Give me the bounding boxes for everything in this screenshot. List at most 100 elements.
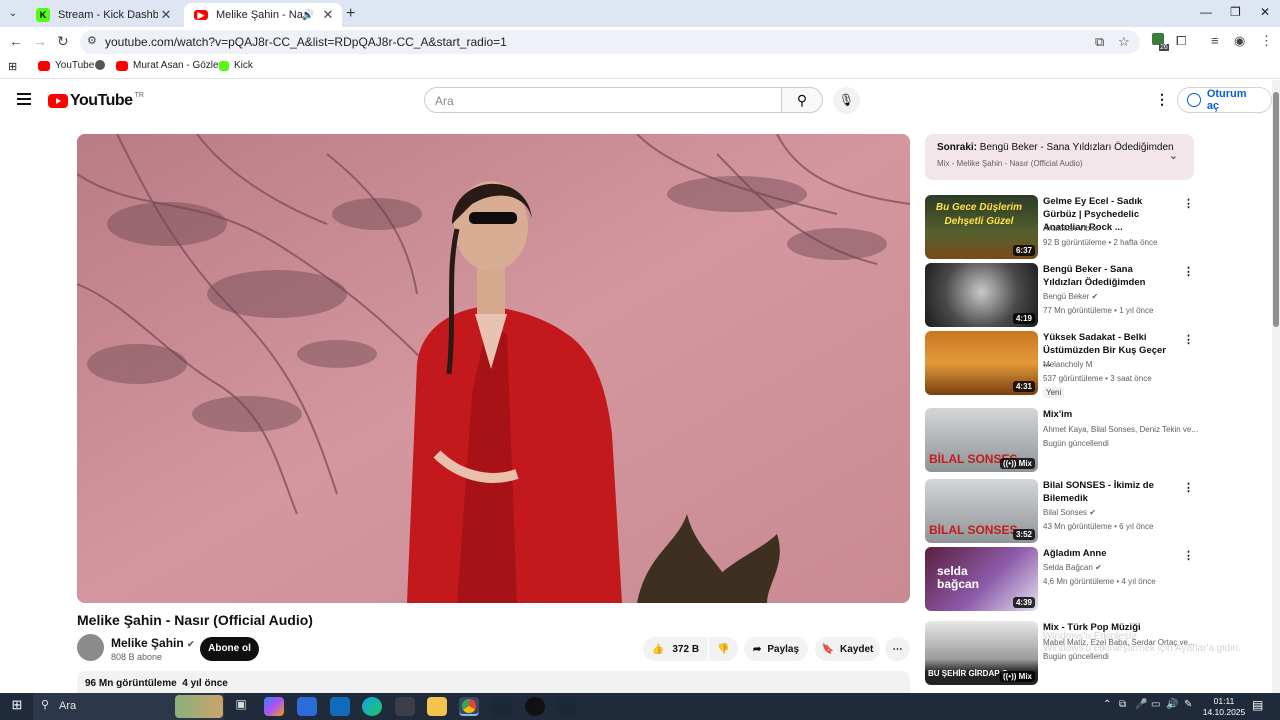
taskbar-search[interactable]: ⚲ Ara [33, 693, 224, 720]
channel-avatar[interactable] [77, 634, 104, 661]
video-thumbnail[interactable]: Bu Gece Düşlerim Dehşetli Güzel 6:37 [925, 195, 1038, 259]
obs-icon[interactable] [525, 697, 545, 716]
recommendation-item[interactable]: Bu Gece Düşlerim Dehşetli Güzel 6:37 Gel… [925, 195, 1194, 259]
activation-watermark: Windows'u Etkinleştir Windows'u etkinleş… [1043, 631, 1241, 655]
share-label: Paylaş [767, 643, 800, 655]
close-tab-icon[interactable]: ✕ [320, 7, 336, 23]
network-icon[interactable]: ▭ [1151, 699, 1160, 710]
playlist-panel[interactable]: Sonraki: Bengü Beker - Sana Yıldızları Ö… [925, 134, 1194, 180]
microphone-icon[interactable]: 🎙 [833, 87, 860, 114]
share-button[interactable]: ➦ Paylaş [744, 637, 808, 661]
restore-icon[interactable]: ❐ [1230, 5, 1241, 19]
like-button[interactable]: 👍 372 B [643, 637, 708, 661]
tray-overflow-icon[interactable]: ⌃ [1103, 699, 1111, 710]
video-thumbnail[interactable]: 4:31 [925, 331, 1038, 395]
mix-icon: ((•)) [1002, 672, 1017, 681]
volume-icon[interactable]: 🔊 [1166, 699, 1178, 710]
back-icon[interactable]: ← [9, 33, 23, 49]
watermark-line1: Windows'u Etkinleştir [1043, 631, 1138, 642]
extension-icon[interactable]: 26 [1152, 33, 1174, 51]
like-count: 372 B [672, 643, 700, 655]
item-more-icon[interactable]: ⋮ [1183, 265, 1194, 278]
system-clock[interactable]: 01:11 14.10.2025 [1200, 696, 1248, 718]
channel-name[interactable]: Melike Şahin ✔ [111, 636, 195, 650]
speaker-icon[interactable]: 🔊 [302, 10, 314, 21]
video-thumbnail[interactable]: selda bağcan 4:39 [925, 547, 1038, 611]
item-channel: Anatolian Vibes [1043, 224, 1099, 233]
save-button[interactable]: 🔖 Kaydet [815, 637, 880, 661]
mix-label: Mix [1018, 672, 1032, 681]
steam-icon[interactable] [492, 697, 512, 716]
recommendation-item[interactable]: 4:31 Yüksek Sadakat - Belki Üstümüzden B… [925, 331, 1194, 398]
forward-icon[interactable]: → [33, 33, 47, 49]
edge-icon[interactable] [362, 697, 382, 716]
chrome-icon[interactable] [459, 697, 479, 716]
address-bar[interactable]: ⚙ youtube.com/watch?v=pQAJ8r-CC_A&list=R… [80, 30, 1140, 54]
pen-icon[interactable]: ✎ [1184, 699, 1192, 710]
install-app-icon[interactable]: ⧉ [1095, 34, 1104, 50]
chevron-down-icon[interactable]: ⌄ [1169, 149, 1178, 162]
bookmark-globe[interactable] [95, 60, 110, 70]
menu-icon[interactable] [17, 93, 31, 108]
video-thumbnail[interactable]: BİLAL SONSES 3:52 [925, 479, 1038, 543]
playlist-thumbnail[interactable]: BU ŞEHİR GİRDAP G ((•)) Mix [925, 621, 1038, 685]
signin-button[interactable]: Oturum aç [1177, 87, 1272, 113]
scrollbar-thumb[interactable] [1273, 92, 1279, 327]
playlist-thumbnail[interactable]: BİLAL SONSES ((•)) Mix [925, 408, 1038, 472]
item-meta: 92 B görüntüleme • 2 hafta önce [1043, 238, 1158, 247]
bookmark-label: YouTube [55, 60, 95, 71]
steam-icon-2[interactable] [557, 697, 577, 716]
notification-icon[interactable]: ▤ [1252, 698, 1263, 712]
dislike-button[interactable]: 👎 [709, 637, 738, 661]
recommendation-item[interactable]: selda bağcan 4:39 Ağladım Anne Selda Bağ… [925, 547, 1194, 611]
recommendation-item[interactable]: BİLAL SONSES ((•)) Mix Mix'im Ahmet Kaya… [925, 408, 1198, 472]
site-info-icon[interactable]: ⚙ [87, 34, 97, 47]
reload-icon[interactable]: ↻ [57, 33, 69, 50]
settings-kebab-icon[interactable]: ⋮ [1155, 91, 1169, 108]
app-icon[interactable] [395, 697, 415, 716]
outlook-icon[interactable] [330, 697, 350, 716]
close-window-icon[interactable]: ✕ [1260, 5, 1270, 19]
youtube-logo[interactable]: YouTube TR [48, 92, 144, 110]
search-icon[interactable]: ⚲ [781, 87, 823, 113]
new-tab-icon[interactable]: + [346, 5, 355, 23]
description-box[interactable]: 96 Mn görüntüleme 4 yıl önce [77, 671, 910, 693]
close-tab-icon[interactable]: ✕ [158, 7, 174, 23]
bookmark-youtube[interactable]: YouTube [38, 60, 94, 71]
profile-icon[interactable]: ◉ [1234, 33, 1245, 49]
tab-youtube-video[interactable]: ▶ Melike Şahin - Nasır (Official 🔊 ✕ [184, 3, 342, 27]
copilot-icon[interactable] [264, 697, 284, 716]
windows-start-icon[interactable]: ⊞ [7, 697, 27, 716]
apps-grid-icon[interactable]: ⊞ [8, 60, 17, 73]
store-icon[interactable] [297, 697, 317, 716]
video-thumbnail[interactable]: 4:19 [925, 263, 1038, 327]
tray-app-icon[interactable]: ⧉ [1119, 699, 1126, 710]
task-view-icon[interactable]: ▣ [231, 697, 251, 716]
file-explorer-icon[interactable] [427, 697, 447, 716]
more-actions-icon[interactable]: ⋯ [885, 637, 910, 661]
recommendation-item[interactable]: 4:19 Bengü Beker - Sana Yıldızları Ödedi… [925, 263, 1194, 327]
page-scrollbar[interactable] [1272, 80, 1280, 693]
youtube-icon [116, 60, 128, 71]
tab-search-icon[interactable]: ⌄ [5, 6, 21, 22]
bookmark-kick[interactable]: Kick [219, 60, 253, 71]
recommendation-item[interactable]: BİLAL SONSES 3:52 Bilal SONSES - İkimiz … [925, 479, 1194, 543]
item-more-icon[interactable]: ⋮ [1183, 197, 1194, 210]
item-more-icon[interactable]: ⋮ [1183, 333, 1194, 346]
mic-tray-icon[interactable]: 🎤 [1135, 699, 1147, 710]
tab-kick-dashboard[interactable]: K Stream - Kick Dashboard ✕ [26, 3, 180, 27]
search-icon: ⚲ [41, 699, 50, 711]
item-more-icon[interactable]: ⋮ [1183, 481, 1194, 494]
subscribe-button[interactable]: Abone ol [200, 637, 259, 661]
search-input[interactable]: Ara [424, 87, 782, 113]
minimize-icon[interactable]: — [1200, 5, 1212, 19]
bookmark-star-icon[interactable]: ☆ [1118, 34, 1130, 50]
extensions-puzzle-icon[interactable]: ⧠ [1176, 33, 1186, 49]
video-player[interactable] [77, 134, 910, 603]
kick-icon [219, 60, 229, 71]
bookmark-murat-asan[interactable]: Murat Asan - Gözler... [116, 60, 230, 71]
item-more-icon[interactable]: ⋮ [1183, 549, 1194, 562]
item-channel: Melancholy M [1043, 360, 1093, 369]
media-control-icon[interactable]: ≡ [1211, 33, 1219, 48]
browser-menu-icon[interactable]: ⋮ [1260, 33, 1273, 49]
